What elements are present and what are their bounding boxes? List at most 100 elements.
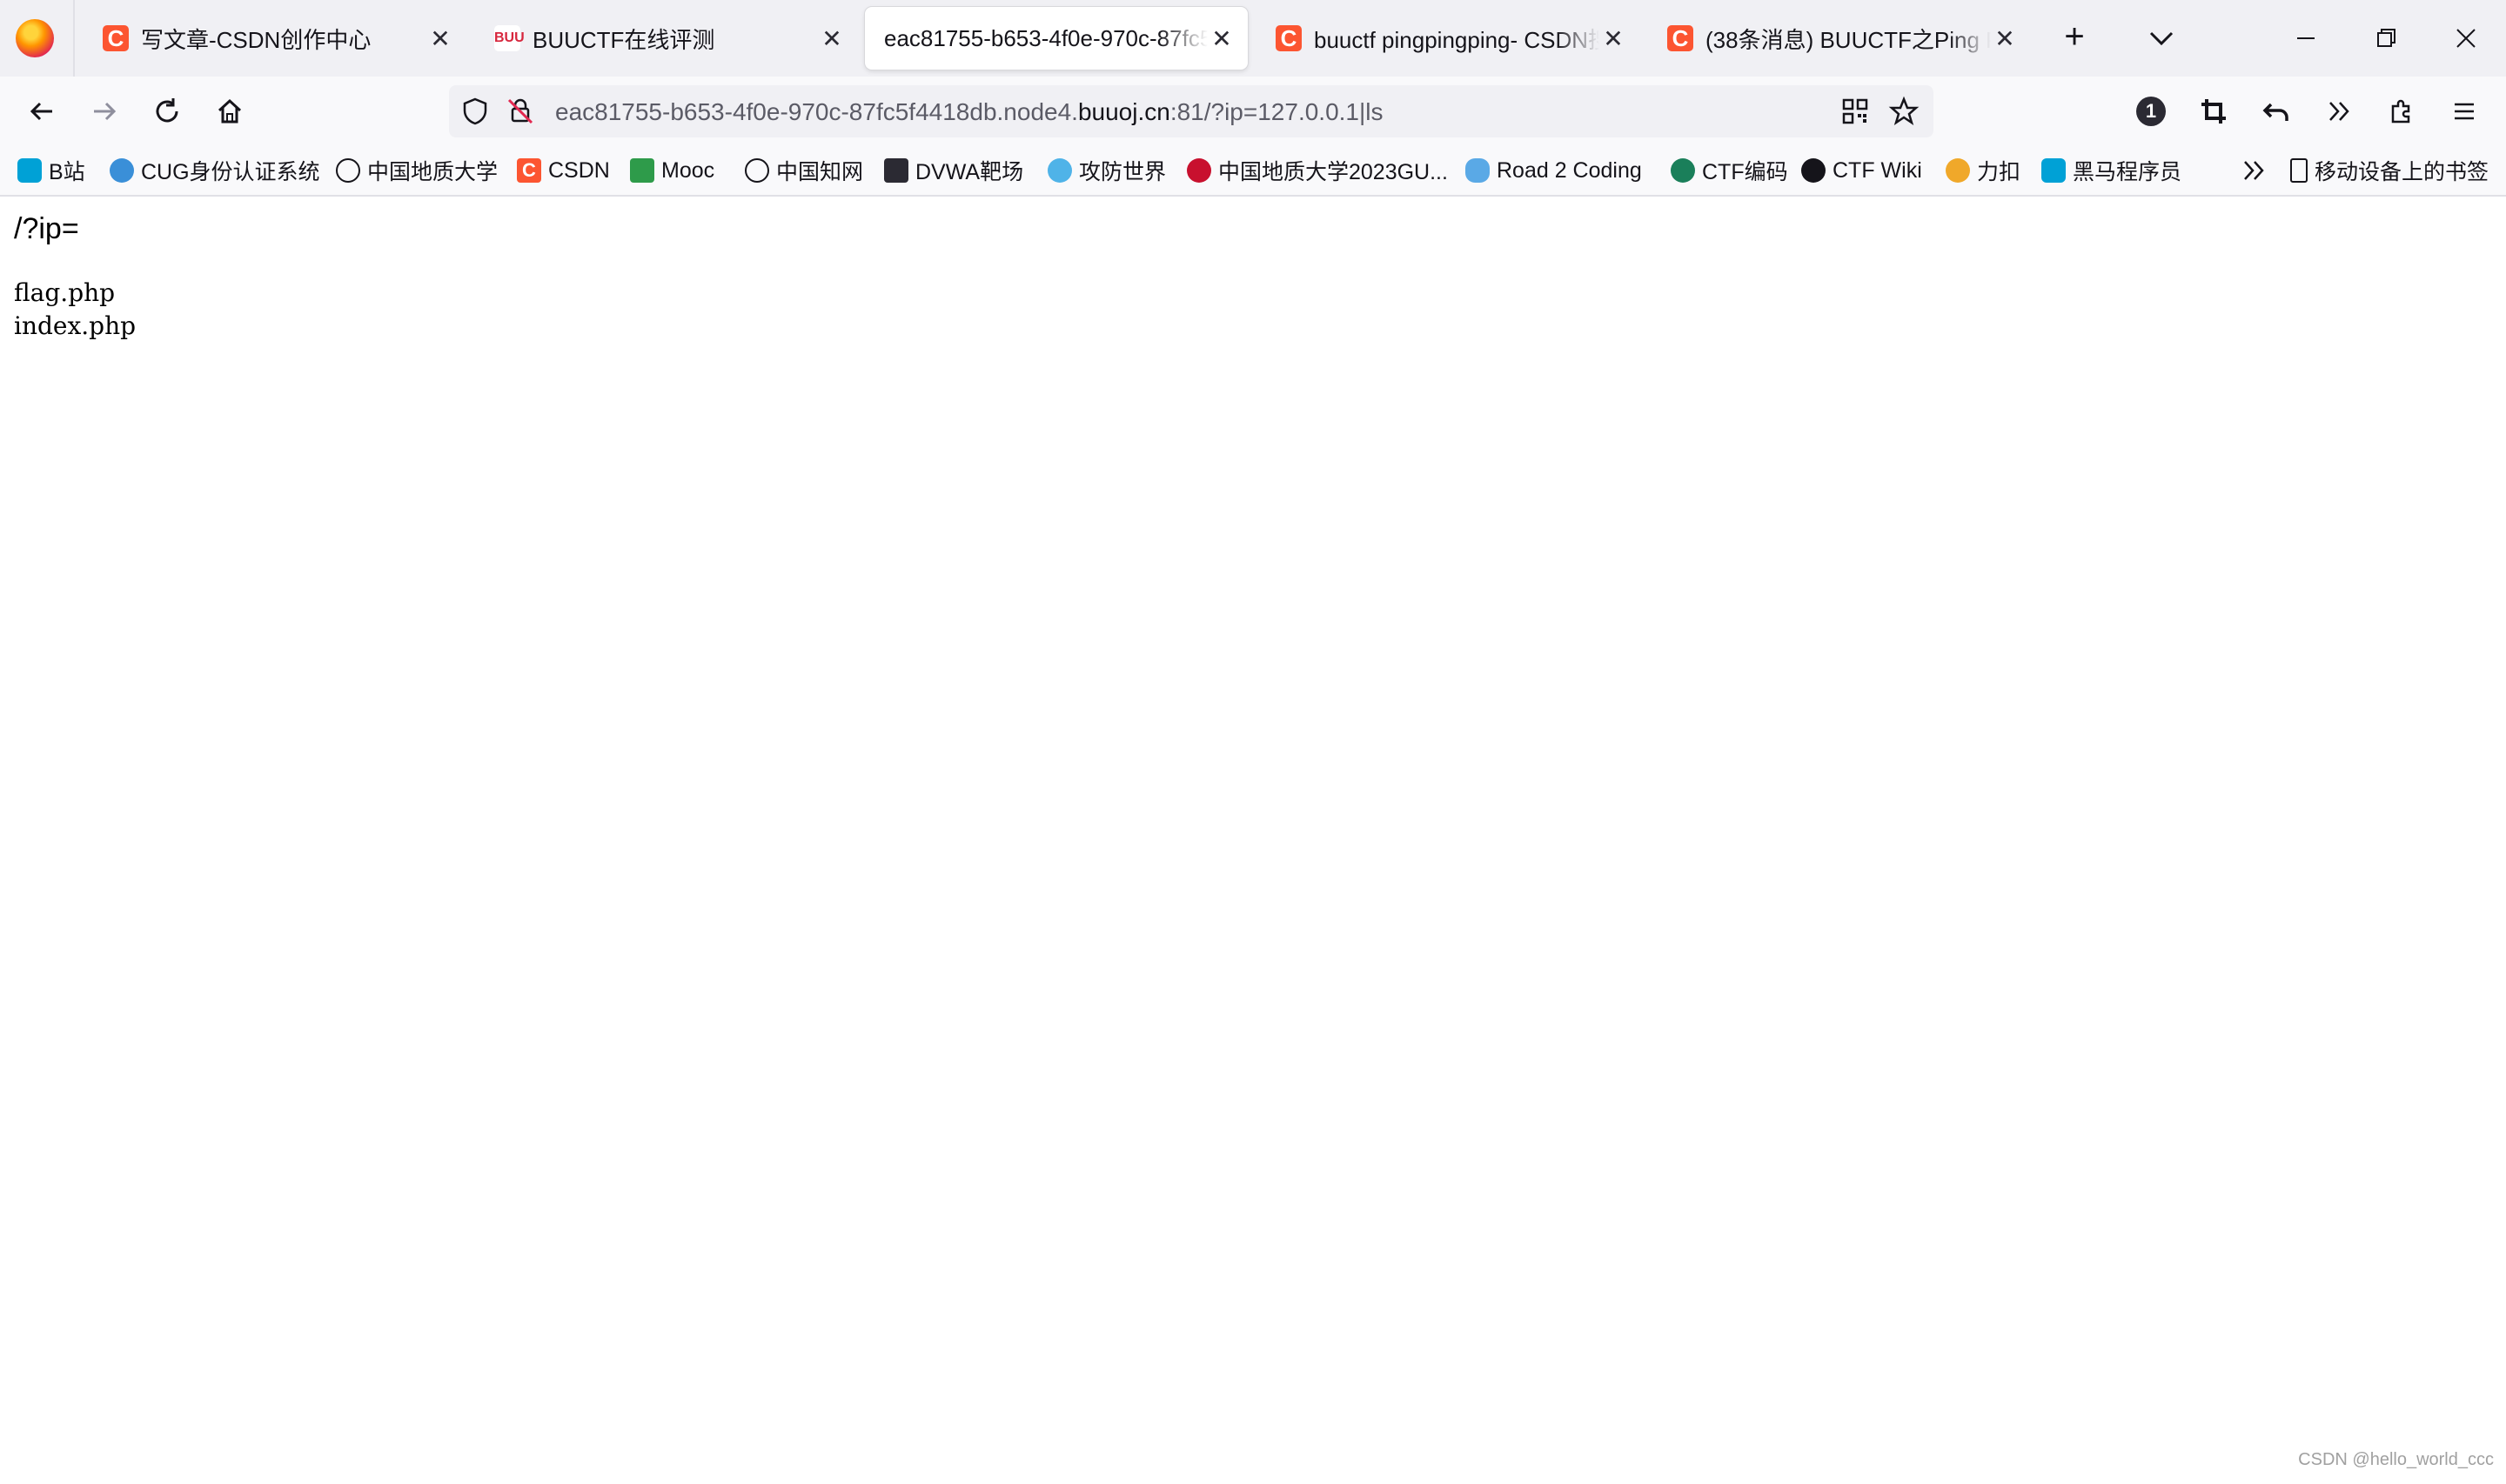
bookmark-csdn[interactable]: C CSDN [517,155,610,186]
tab-csdn-search[interactable]: C buuctf pingpingping- CSDN搜索 ✕ [1256,7,1639,70]
bookmark-label: CTF编码 [1702,160,1788,184]
reload-icon[interactable] [146,90,188,132]
bilibili-icon [2041,158,2066,183]
bookmark-itheima[interactable]: 黑马程序员 [2041,155,2181,186]
globe-icon [336,158,360,183]
back-arrow-icon[interactable] [21,90,63,132]
bookmark-label: 攻防世界 [1079,160,1167,184]
url-text[interactable]: eac81755-b653-4f0e-970c-87fc5f4418db.nod… [555,98,1384,126]
watermark: CSDN @hello_world_ccc [2298,1450,2494,1469]
list-tabs-chevron-icon[interactable] [2137,14,2186,63]
cug-icon [1187,158,1211,183]
footprint-icon [1465,158,1490,183]
bookmark-label: 移动设备上的书签 [2315,160,2489,184]
output-line: index.php [14,311,137,340]
tab-title: 写文章-CSDN创作中心 [141,26,372,53]
tab-title: (38条消息) BUUCTF之Ping Ping Ping [1705,26,1991,53]
bookmark-cug-auth[interactable]: CUG身份认证系统 [110,155,320,186]
crop-icon[interactable] [2193,90,2235,132]
bookmark-ctf-encode[interactable]: CTF编码 [1671,155,1788,186]
bookmark-adworld[interactable]: 攻防世界 [1048,155,1166,186]
bilibili-icon [17,158,42,183]
close-icon[interactable]: ✕ [818,24,846,53]
address-bar[interactable]: eac81755-b653-4f0e-970c-87fc5f4418db.nod… [449,85,1933,137]
page-heading: /?ip= [14,212,79,245]
close-icon[interactable]: ✕ [1599,24,1627,53]
bookmark-label: DVWA靶场 [915,160,1024,184]
restore-icon[interactable] [2360,14,2412,63]
mobile-bookmarks[interactable]: 移动设备上的书签 [2290,155,2489,186]
close-icon[interactable]: ✕ [426,24,454,53]
bookmark-cug[interactable]: 中国地质大学 [336,155,498,186]
bookmark-star-icon[interactable] [1888,96,1920,131]
page-content: /?ip= flag.php index.php CSDN @hello_wor… [0,197,2506,1484]
tab-title: eac81755-b653-4f0e-970c-87fc5f4418db.nod… [884,24,1208,51]
csdn-icon: C [1667,25,1693,51]
url-prefix: eac81755-b653-4f0e-970c-87fc5f4418db.nod… [555,98,1078,125]
tab-title: BUUCTF在线评测 [533,26,715,53]
firefox-logo-icon[interactable] [16,19,54,57]
qr-code-icon[interactable] [1839,96,1871,131]
bookmark-mooc[interactable]: Mooc [630,155,714,186]
tab-title: buuctf pingpingping- CSDN搜索 [1314,26,1599,53]
tab-separator [73,0,75,77]
bookmark-label: Mooc [661,157,715,183]
overflow-chevrons-icon[interactable] [2318,90,2360,132]
more-bookmarks-chevrons-icon[interactable] [2238,155,2269,186]
forward-arrow-icon[interactable] [84,90,125,132]
bookmark-label: 中国知网 [776,160,864,184]
globe-icon [745,158,769,183]
dvwa-icon [884,158,908,183]
bookmark-label: 中国地质大学 [367,160,499,184]
bookmark-label: B站 [49,160,85,184]
navigation-toolbar: eac81755-b653-4f0e-970c-87fc5f4418db.nod… [0,77,2506,146]
tab-csdn-article[interactable]: C (38条消息) BUUCTF之Ping Ping Ping ✕ [1648,7,2031,70]
leetcode-icon [1946,158,1970,183]
bookmark-leetcode[interactable]: 力扣 [1946,155,2020,186]
home-icon[interactable] [209,90,251,132]
bookmark-label: 力扣 [1977,160,2021,184]
close-window-icon[interactable] [2440,14,2492,63]
bookmark-label: 黑马程序员 [2073,160,2182,184]
url-suffix: :81/?ip=127.0.0.1|ls [1169,98,1384,125]
url-host: buuoj.cn [1077,98,1170,125]
bookmark-road2coding[interactable]: Road 2 Coding [1465,155,1642,186]
bookmark-label: Road 2 Coding [1497,157,1642,183]
close-icon[interactable]: ✕ [1208,24,1236,53]
bookmark-label: CUG身份认证系统 [141,160,320,184]
tab-strip: C 写文章-CSDN创作中心 ✕ BUU BUUCTF在线评测 ✕ eac817… [0,0,2506,77]
badge-count: 1 [2136,97,2166,126]
buuctf-icon: BUU [494,25,525,51]
hamburger-menu-icon[interactable] [2443,90,2485,132]
command-output: flag.php index.php [14,277,136,343]
tab-csdn-write[interactable]: C 写文章-CSDN创作中心 ✕ [84,7,466,70]
minimize-icon[interactable] [2280,14,2332,63]
ctfwiki-icon [1801,158,1826,183]
close-icon[interactable]: ✕ [1991,24,2019,53]
bookmark-cnki[interactable]: 中国知网 [745,155,863,186]
csdn-icon: C [1276,25,1302,51]
bookmark-label: 中国地质大学2023GU... [1218,160,1448,184]
new-tab-plus-icon[interactable]: + [2050,14,2099,63]
csdn-icon: C [517,158,541,183]
bookmark-ctf-wiki[interactable]: CTF Wiki [1801,155,1922,186]
mooc-icon [630,158,654,183]
bookmark-label: CSDN [548,157,610,183]
shield-icon[interactable] [459,96,491,131]
bookmark-label: CTF Wiki [1833,157,1922,183]
notification-badge-icon[interactable]: 1 [2130,90,2172,132]
csdn-icon: C [103,25,129,51]
insecure-lock-icon[interactable] [505,96,536,131]
bookmark-dvwa[interactable]: DVWA靶场 [884,155,1023,186]
ctf-encode-icon [1671,158,1695,183]
bookmarks-toolbar: B站 CUG身份认证系统 中国地质大学 C CSDN Mooc 中国知网 DVW… [0,146,2506,197]
extensions-puzzle-icon[interactable] [2381,90,2422,132]
bookmark-bilibili[interactable]: B站 [17,155,85,186]
tab-buuctf[interactable]: BUU BUUCTF在线评测 ✕ [475,7,858,70]
tab-active-challenge[interactable]: eac81755-b653-4f0e-970c-87fc5f4418db.nod… [865,7,1248,70]
bookmark-cug-2023[interactable]: 中国地质大学2023GU... [1187,155,1448,186]
undo-arrow-icon[interactable] [2255,90,2297,132]
output-line: flag.php [14,278,116,307]
globe-blue-icon [110,158,134,183]
mobile-device-icon [2290,158,2308,183]
